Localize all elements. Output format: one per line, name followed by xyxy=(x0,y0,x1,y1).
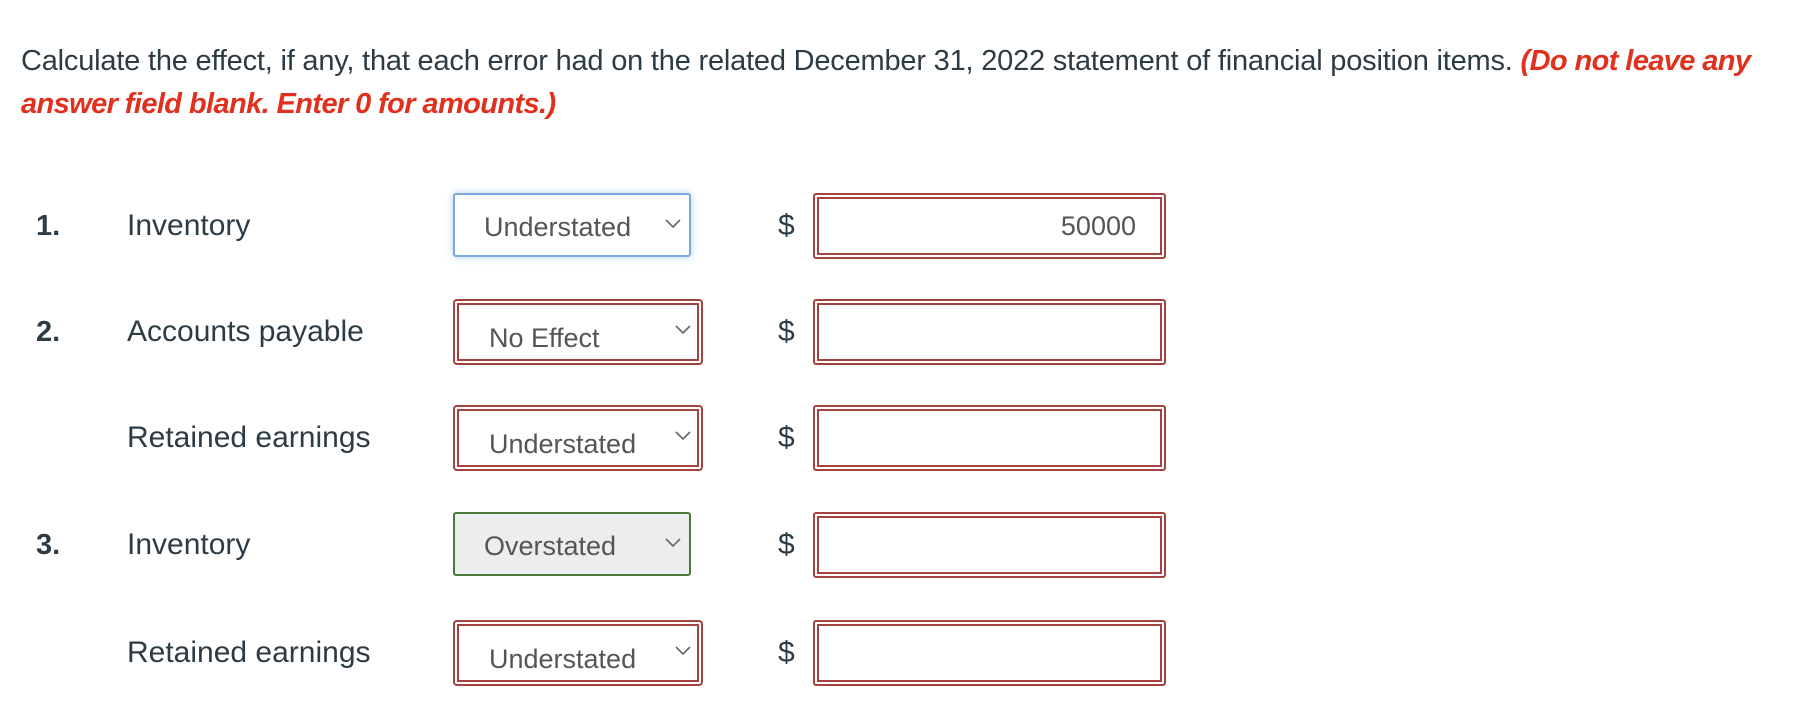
amount-input[interactable] xyxy=(813,512,1166,578)
amount-input[interactable] xyxy=(813,620,1166,686)
effect-dropdown[interactable]: Overstated xyxy=(453,512,691,576)
item-label: Retained earnings xyxy=(127,636,371,669)
effect-selected-value: Understated xyxy=(484,212,632,242)
row-number: 1. xyxy=(36,210,61,242)
effect-selected-value: Overstated xyxy=(484,531,617,561)
row-number: 3. xyxy=(36,529,61,561)
chevron-down-icon xyxy=(665,219,681,229)
amount-input[interactable]: 50000 xyxy=(813,193,1166,259)
currency-symbol: $ xyxy=(778,315,795,348)
effect-selected-value: Understated xyxy=(489,429,637,459)
effect-selected-value: No Effect xyxy=(489,323,600,353)
currency-symbol: $ xyxy=(778,528,795,561)
question-row: 3. Inventory Overstated $ xyxy=(0,512,1794,578)
question-row: 2. Accounts payable No Effect $ xyxy=(0,299,1794,365)
currency-symbol: $ xyxy=(778,209,795,242)
item-label: Inventory xyxy=(127,528,251,561)
item-label: Accounts payable xyxy=(127,315,364,348)
question-row: Retained earnings Understated $ xyxy=(0,620,1794,686)
chevron-down-icon xyxy=(675,646,691,656)
question-row: 1. Inventory Understated $ 50000 xyxy=(0,193,1794,259)
currency-symbol: $ xyxy=(778,421,795,454)
chevron-down-icon xyxy=(665,538,681,548)
item-label: Retained earnings xyxy=(127,421,371,454)
effect-dropdown[interactable]: Understated xyxy=(453,405,703,471)
amount-input[interactable] xyxy=(813,405,1166,471)
row-number: 2. xyxy=(36,316,61,348)
instructions: Calculate the effect, if any, that each … xyxy=(21,40,1781,126)
question-row: Retained earnings Understated $ xyxy=(0,405,1794,471)
chevron-down-icon xyxy=(675,431,691,441)
effect-dropdown[interactable]: Understated xyxy=(453,620,703,686)
amount-input[interactable] xyxy=(813,299,1166,365)
effect-selected-value: Understated xyxy=(489,644,637,674)
currency-symbol: $ xyxy=(778,636,795,669)
effect-dropdown[interactable]: No Effect xyxy=(453,299,703,365)
instructions-text: Calculate the effect, if any, that each … xyxy=(21,45,1513,77)
chevron-down-icon xyxy=(675,325,691,335)
effect-dropdown[interactable]: Understated xyxy=(453,193,691,257)
item-label: Inventory xyxy=(127,209,251,242)
